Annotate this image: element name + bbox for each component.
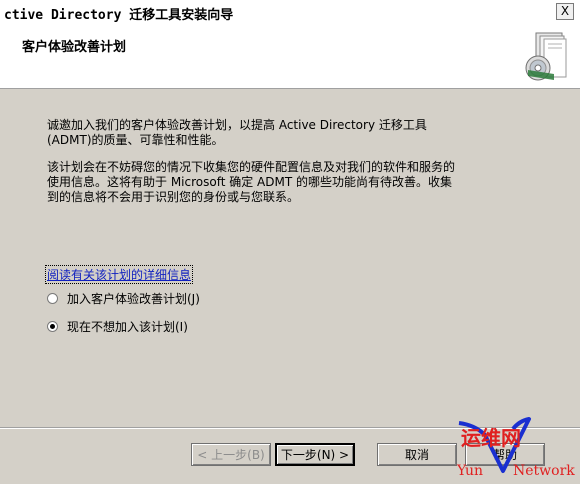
more-info-link[interactable]: 阅读有关该计划的详细信息	[45, 265, 194, 284]
next-button[interactable]: 下一步(N) >	[275, 443, 355, 466]
details-line: 到的信息将不会用于识别您的身份或与您联系。	[47, 190, 300, 204]
join-program-option[interactable]: 加入客户体验改善计划(J)	[47, 290, 200, 307]
window-title: ctive Directory 迁移工具安装向导	[4, 8, 234, 23]
cancel-button[interactable]: 取消	[377, 443, 457, 466]
wizard-header: 客户体验改善计划	[0, 24, 580, 89]
decline-label: 现在不想加入该计划(I)	[67, 320, 188, 334]
back-button[interactable]: < 上一步(B)	[191, 443, 271, 466]
title-bar: ctive Directory 迁移工具安装向导 X	[0, 0, 580, 25]
join-radio[interactable]	[47, 293, 58, 304]
help-button[interactable]: 帮助	[465, 443, 545, 466]
join-label: 加入客户体验改善计划(J)	[67, 292, 200, 306]
intro-line: 诚邀加入我们的客户体验改善计划，以提高 Active Directory 迁移工…	[47, 118, 427, 132]
intro-line: (ADMT)的质量、可靠性和性能。	[47, 133, 224, 147]
decline-radio[interactable]	[47, 321, 58, 332]
intro-paragraph: 诚邀加入我们的客户体验改善计划，以提高 Active Directory 迁移工…	[47, 118, 527, 148]
details-paragraph: 该计划会在不妨碍您的情况下收集您的硬件配置信息及对我们的软件和服务的 使用信息。…	[47, 160, 527, 205]
wizard-content: 诚邀加入我们的客户体验改善计划，以提高 Active Directory 迁移工…	[0, 89, 580, 427]
close-icon: X	[560, 4, 570, 18]
close-button[interactable]: X	[556, 3, 574, 20]
page-title: 客户体验改善计划	[22, 40, 127, 55]
installer-box-cd-icon	[525, 32, 567, 81]
decline-program-option[interactable]: 现在不想加入该计划(I)	[47, 318, 188, 335]
button-separator	[0, 427, 580, 429]
details-line: 该计划会在不妨碍您的情况下收集您的硬件配置信息及对我们的软件和服务的	[47, 160, 456, 174]
details-line: 使用信息。这将有助于 Microsoft 确定 ADMT 的哪些功能尚有待改善。…	[47, 175, 453, 189]
